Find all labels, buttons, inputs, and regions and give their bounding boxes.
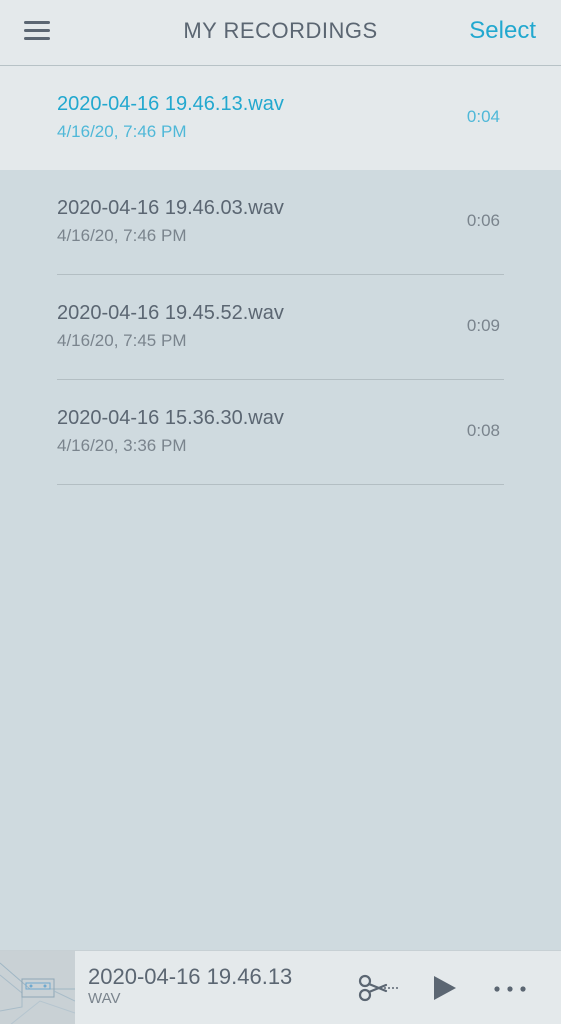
row-divider — [57, 484, 504, 485]
recording-row-selected[interactable]: 2020-04-16 19.46.13.wav 4/16/20, 7:46 PM… — [0, 66, 561, 170]
recording-duration: 0:04 — [466, 107, 500, 126]
app-screen: MY RECORDINGS Select 2020-04-16 19.46.13… — [0, 0, 561, 1024]
recording-row[interactable]: 2020-04-16 19.45.52.wav 4/16/20, 7:45 PM… — [0, 275, 561, 380]
now-playing-title: 2020-04-16 19.46.13 — [88, 964, 293, 989]
more-dots-icon[interactable] — [490, 975, 534, 1003]
recording-duration: 0:06 — [466, 211, 500, 230]
recording-date: 4/16/20, 7:46 PM — [57, 122, 187, 141]
recording-name: 2020-04-16 19.46.13.wav — [57, 93, 284, 115]
recording-name: 2020-04-16 19.45.52.wav — [57, 302, 284, 324]
recording-date: 4/16/20, 3:36 PM — [57, 436, 187, 455]
recording-row[interactable]: 2020-04-16 19.46.03.wav 4/16/20, 7:46 PM… — [0, 170, 561, 275]
recording-date: 4/16/20, 7:46 PM — [57, 226, 187, 245]
recording-name: 2020-04-16 15.36.30.wav — [57, 407, 284, 429]
mini-player[interactable]: 2020-04-16 19.46.13 WAV — [0, 950, 561, 1024]
select-button[interactable]: Select — [469, 17, 536, 45]
recordings-list: 2020-04-16 19.46.13.wav 4/16/20, 7:46 PM… — [0, 66, 561, 485]
top-bar: MY RECORDINGS Select — [0, 0, 561, 66]
play-icon[interactable] — [428, 973, 462, 1003]
recording-date: 4/16/20, 7:45 PM — [57, 331, 187, 350]
recording-name: 2020-04-16 19.46.03.wav — [57, 197, 284, 219]
cassette-thumbnail-icon — [0, 951, 75, 1024]
recording-duration: 0:09 — [466, 316, 500, 335]
recording-row[interactable]: 2020-04-16 15.36.30.wav 4/16/20, 3:36 PM… — [0, 380, 561, 485]
recording-duration: 0:08 — [466, 421, 500, 440]
scissors-icon[interactable] — [356, 971, 402, 1005]
now-playing-format: WAV — [88, 990, 121, 1007]
